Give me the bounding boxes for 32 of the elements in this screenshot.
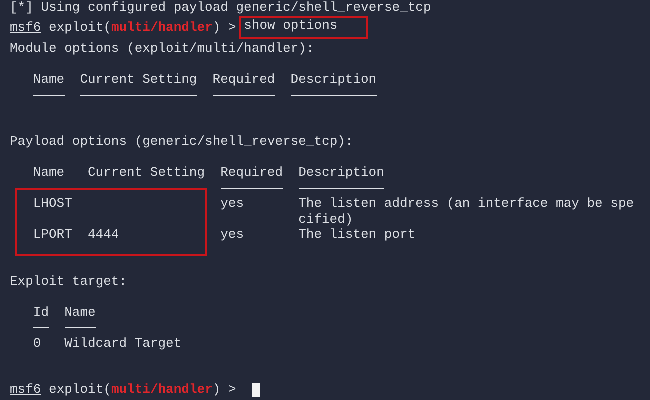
table-cell: yes xyxy=(220,227,244,242)
status-line: [*] Using configured payload generic/shell_reverse_tcp xyxy=(10,0,432,16)
column-header: Name xyxy=(33,72,65,88)
column-header: Name xyxy=(64,304,96,320)
table-cell: yes xyxy=(220,196,244,211)
column-header: Id xyxy=(33,304,49,320)
section-title: Payload options (generic/shell_reverse_tcp): xyxy=(10,134,354,150)
table-cell: The listen port xyxy=(298,227,416,242)
prompt-name: msf6 xyxy=(10,382,42,398)
column-header: Name xyxy=(33,165,65,180)
command-text: show options xyxy=(241,18,366,36)
column-header: Current Setting xyxy=(80,72,198,88)
table-cell: The listen address (an interface may be specified) xyxy=(298,196,634,226)
table-cell: LPORT xyxy=(33,227,72,242)
section-title: Module options (exploit/multi/handler): xyxy=(10,41,314,56)
module-name: multi/handler xyxy=(111,20,213,35)
prompt-name: msf6 xyxy=(10,20,42,35)
prompt-text: exploit( xyxy=(49,20,112,35)
prompt-text: ) > xyxy=(212,20,236,35)
prompt-text: exploit( xyxy=(49,382,112,398)
table-cell: LHOST xyxy=(33,196,72,211)
column-header: Required xyxy=(220,165,284,180)
column-header: Description xyxy=(298,165,384,180)
table-cell: 4444 xyxy=(88,227,120,242)
column-header: Description xyxy=(290,72,377,88)
prompt-text: ) > xyxy=(212,382,236,398)
section-title: Exploit target: xyxy=(10,274,128,289)
table-cell: Wildcard Target xyxy=(64,336,182,350)
column-header: Required xyxy=(212,72,276,88)
column-header: Current Setting xyxy=(88,165,206,180)
module-name: multi/handler xyxy=(111,382,213,398)
table-cell: 0 xyxy=(33,336,42,350)
